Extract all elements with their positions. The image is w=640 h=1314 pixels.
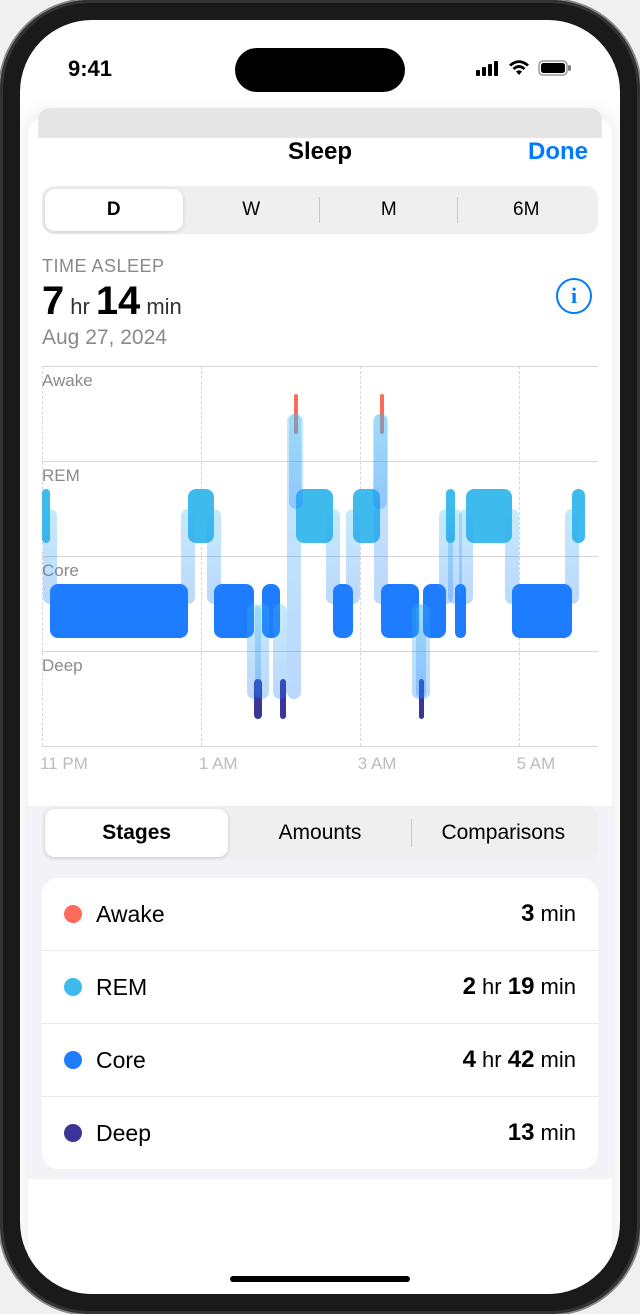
period-w[interactable]: W	[183, 189, 321, 231]
stage-left: REM	[64, 974, 147, 1001]
battery-icon	[538, 56, 572, 82]
tab-comparisons[interactable]: Comparisons	[412, 809, 595, 857]
subtab-picker[interactable]: StagesAmountsComparisons	[42, 806, 598, 860]
sleep-connector	[374, 414, 388, 604]
dynamic-island	[235, 48, 405, 92]
stage-row-rem[interactable]: REM 2 hr 19 min	[42, 951, 598, 1024]
stage-list: Awake 3 min REM 2 hr 19 min Core 4 hr 42 min D…	[42, 878, 598, 1169]
sleep-connector	[346, 509, 360, 604]
screen: 9:41 Sleep Done DWM6M	[20, 20, 620, 1294]
stage-name: Deep	[96, 1120, 151, 1147]
modal: Sleep Done DWM6M TIME ASLEEP 7 hr 14 min…	[28, 118, 612, 1294]
stage-row-deep[interactable]: Deep 13 min	[42, 1097, 598, 1169]
summary-value: 7 hr 14 min	[42, 279, 598, 324]
sleep-hours: 7	[42, 279, 64, 324]
period-m[interactable]: M	[320, 189, 458, 231]
sleep-connector	[43, 509, 57, 604]
stage-dot-icon	[64, 905, 82, 923]
summary-label: TIME ASLEEP	[42, 256, 598, 277]
tab-stages[interactable]: Stages	[45, 809, 228, 857]
sleep-chart[interactable]: AwakeREMCoreDeep11 PM1 AM3 AM5 AM	[42, 366, 598, 786]
wifi-icon	[508, 56, 530, 82]
cellular-icon	[476, 56, 500, 82]
sleep-connector	[505, 509, 519, 604]
home-indicator[interactable]	[230, 1276, 410, 1282]
sleep-connector	[207, 509, 221, 604]
x-label: 11 PM	[40, 754, 88, 774]
info-button[interactable]: i	[556, 278, 592, 314]
stage-left: Deep	[64, 1120, 151, 1147]
stage-name: Awake	[96, 901, 165, 928]
hours-unit: hr	[70, 294, 90, 320]
done-button[interactable]: Done	[528, 138, 588, 166]
stage-dot-icon	[64, 1124, 82, 1142]
stage-left: Core	[64, 1047, 146, 1074]
x-label: 1 AM	[199, 754, 238, 774]
x-label: 5 AM	[517, 754, 556, 774]
sleep-connector	[181, 509, 195, 604]
stage-row-awake[interactable]: Awake 3 min	[42, 878, 598, 951]
stage-value: 13 min	[508, 1119, 576, 1147]
stage-name: REM	[96, 974, 147, 1001]
sleep-segment-core	[512, 584, 572, 638]
summary-date: Aug 27, 2024	[42, 326, 598, 350]
sleep-minutes: 14	[96, 279, 141, 324]
stage-name: Core	[96, 1047, 146, 1074]
page-title: Sleep	[288, 138, 352, 166]
stage-dot-icon	[64, 978, 82, 996]
minutes-unit: min	[146, 294, 181, 320]
sleep-connector	[255, 604, 269, 699]
stage-dot-icon	[64, 1051, 82, 1069]
stage-value: 3 min	[521, 900, 576, 928]
sleep-connector	[273, 604, 287, 699]
sleep-connector	[326, 509, 340, 604]
sleep-connector	[416, 604, 430, 699]
period-d[interactable]: D	[45, 189, 183, 231]
stage-left: Awake	[64, 901, 165, 928]
chart-bars	[42, 366, 598, 746]
status-time: 9:41	[68, 56, 112, 82]
summary: TIME ASLEEP 7 hr 14 min Aug 27, 2024 i	[42, 252, 598, 358]
sleep-connector	[289, 414, 303, 509]
status-icons	[476, 56, 572, 82]
sleep-connector	[565, 509, 579, 604]
nav-bar: Sleep Done	[28, 118, 612, 186]
content: DWM6M TIME ASLEEP 7 hr 14 min Aug 27, 20…	[28, 186, 612, 1294]
stage-value: 4 hr 42 min	[463, 1046, 576, 1074]
details-section: StagesAmountsComparisons Awake 3 min REM 2 …	[28, 806, 612, 1179]
stage-row-core[interactable]: Core 4 hr 42 min	[42, 1024, 598, 1097]
sleep-segment-core	[50, 584, 188, 638]
phone-frame: 9:41 Sleep Done DWM6M	[0, 0, 640, 1314]
info-icon: i	[571, 283, 577, 309]
period-6m[interactable]: 6M	[458, 189, 596, 231]
x-label: 3 AM	[358, 754, 397, 774]
stage-value: 2 hr 19 min	[463, 973, 576, 1001]
period-picker[interactable]: DWM6M	[42, 186, 598, 234]
tab-amounts[interactable]: Amounts	[228, 809, 411, 857]
sleep-connector	[459, 509, 473, 604]
